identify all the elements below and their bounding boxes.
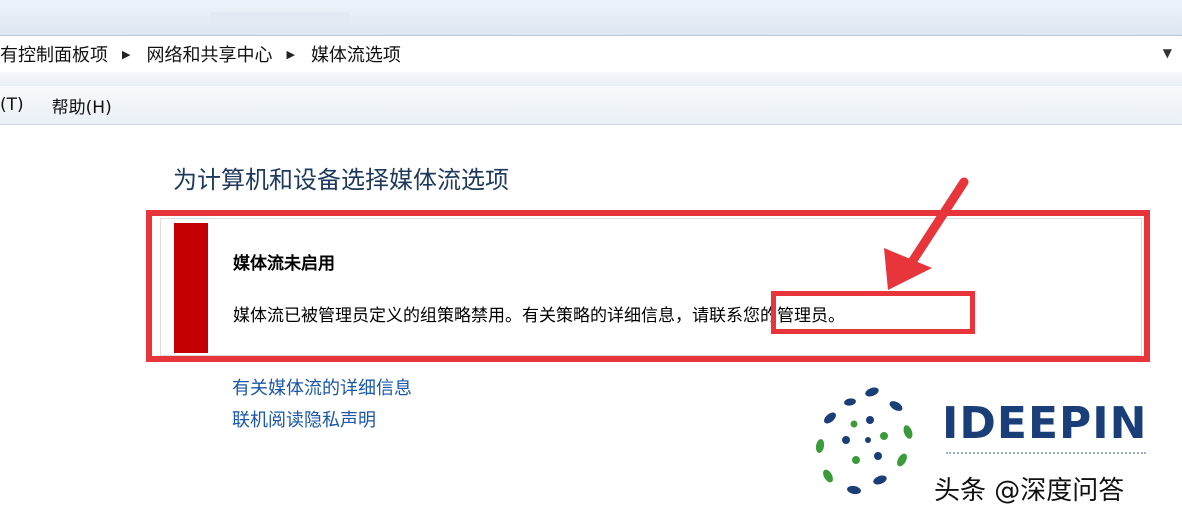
media-streaming-details-link[interactable]: 有关媒体流的详细信息 [232, 374, 412, 400]
brand-logo-text: IDEEPIN [942, 398, 1148, 449]
source-watermark: 头条 @深度问答 [934, 476, 1125, 506]
brand-tagline-decoration [946, 452, 1146, 462]
ideepin-logo-icon [815, 387, 913, 495]
privacy-statement-link[interactable]: 联机阅读隐私声明 [232, 406, 376, 432]
